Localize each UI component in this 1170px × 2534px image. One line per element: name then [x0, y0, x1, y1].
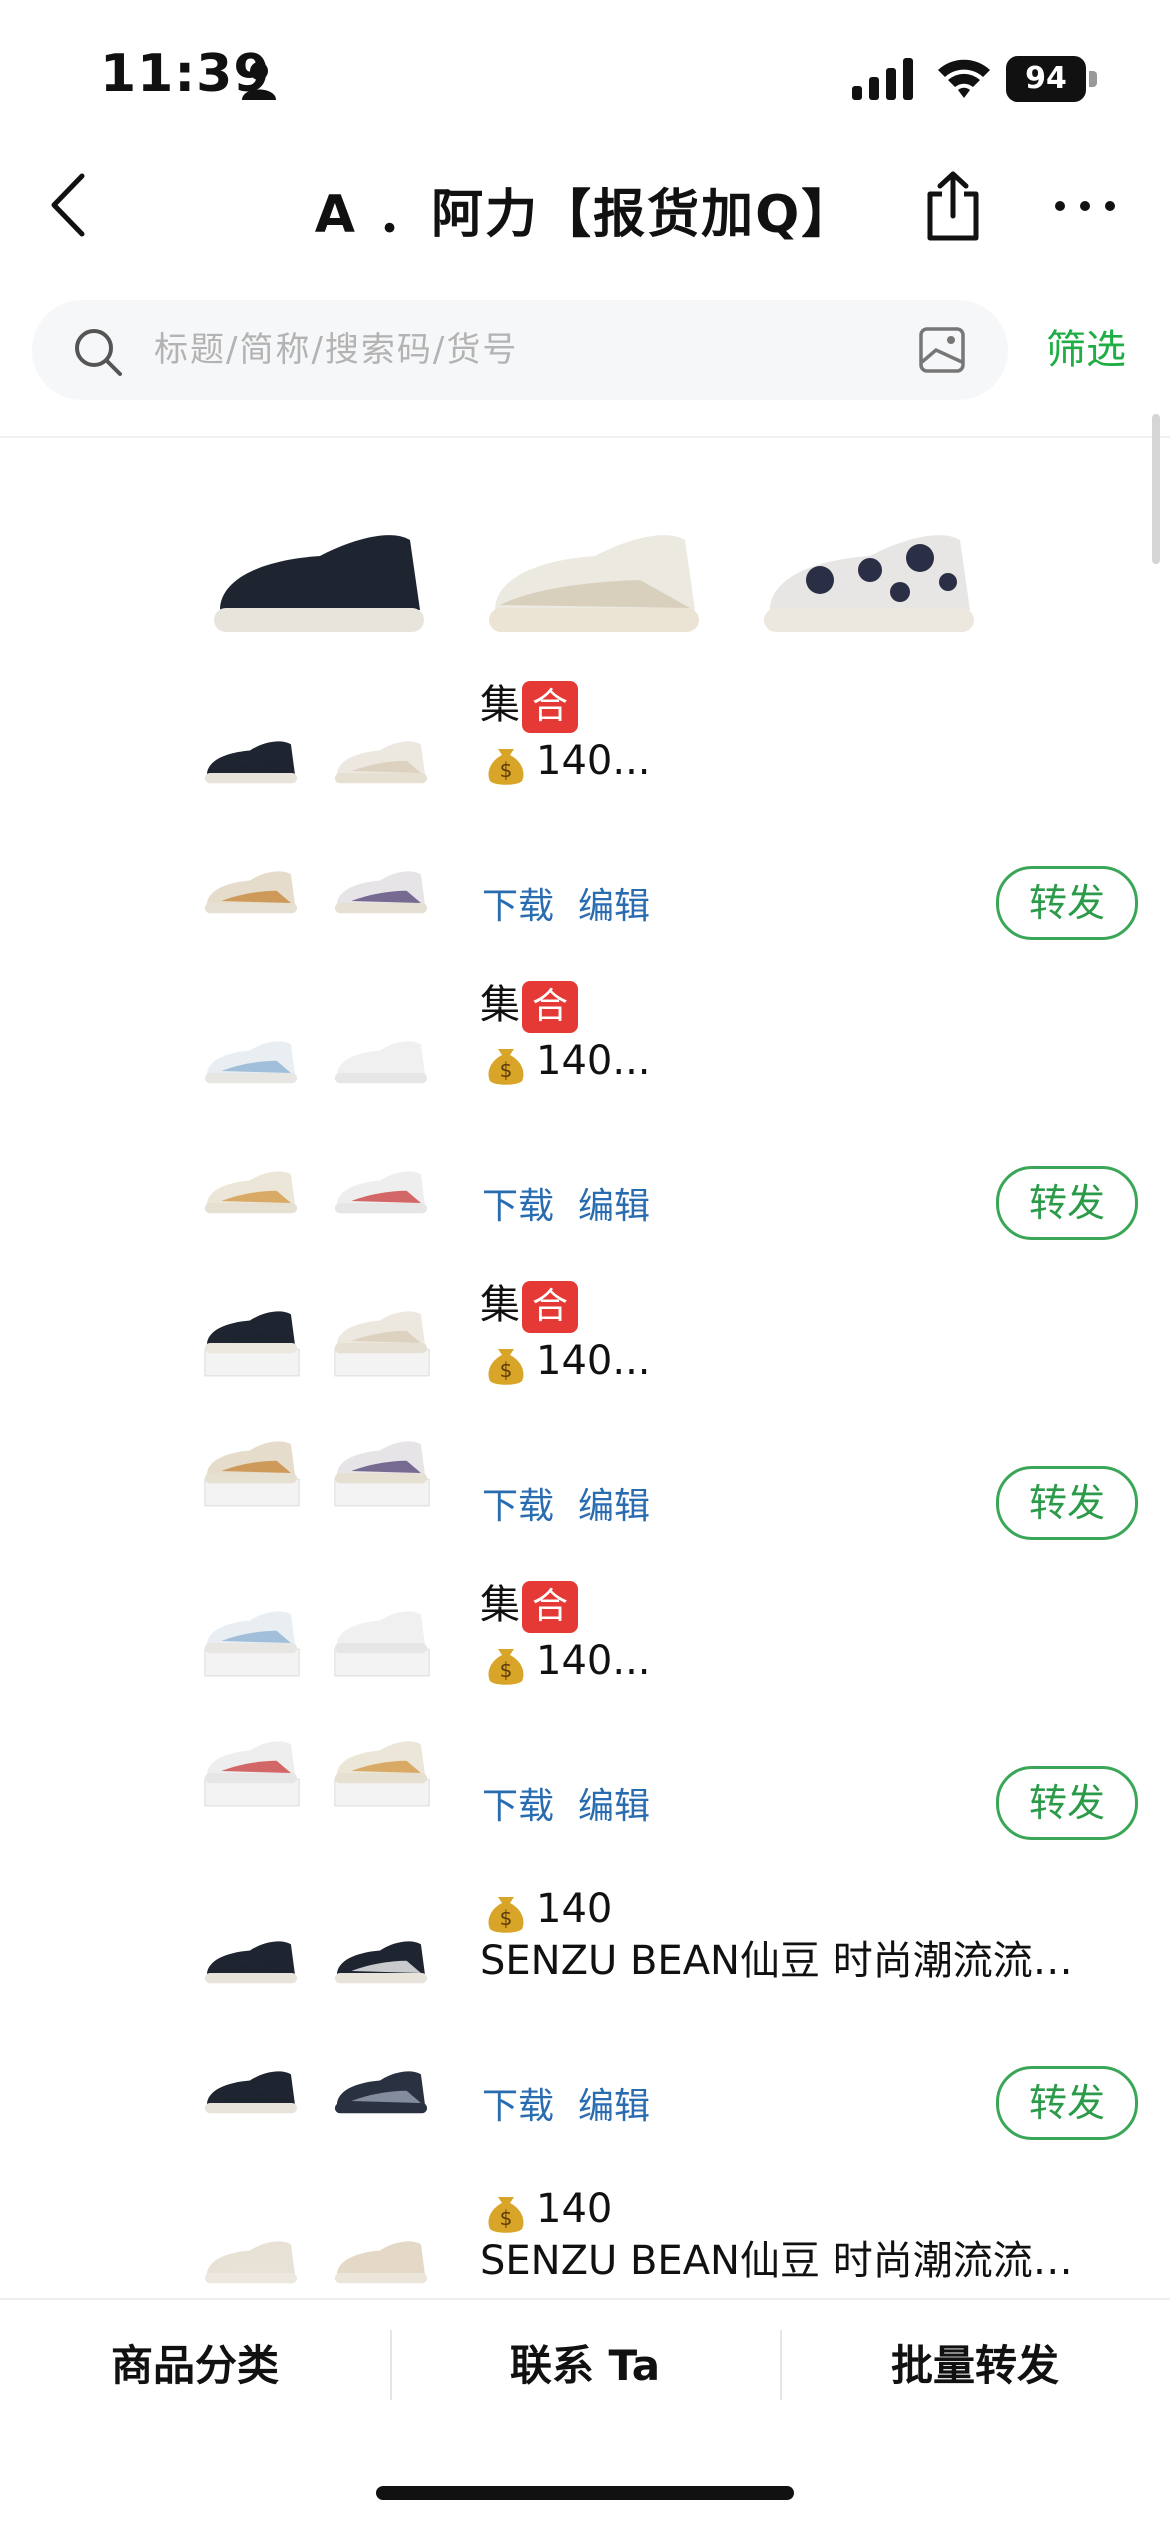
- edit-button[interactable]: 编辑: [578, 1482, 650, 1532]
- signal-icon: [852, 58, 913, 100]
- tag-emoji: 合: [522, 681, 578, 733]
- item-description[interactable]: SENZU BEAN仙豆 时尚潮流流…: [480, 1936, 1120, 1986]
- moneybag-icon: $: [488, 2197, 524, 2233]
- download-button[interactable]: 下载: [482, 1182, 554, 1232]
- shoe-image: [764, 535, 974, 632]
- shoe-thumbnail[interactable]: [330, 1030, 434, 1112]
- home-indicator[interactable]: [376, 2486, 794, 2500]
- tag-emoji: 合: [522, 1281, 578, 1333]
- download-button[interactable]: 下载: [482, 882, 554, 932]
- shoe-thumbnail[interactable]: [330, 1430, 434, 1512]
- item-price: $140...: [484, 1036, 651, 1087]
- forward-button[interactable]: 转发: [996, 2066, 1138, 2140]
- divider: [0, 436, 1170, 438]
- item-price: $140...: [484, 736, 651, 787]
- item-title[interactable]: 集合: [480, 1280, 578, 1333]
- shoe-thumbnail[interactable]: [200, 730, 304, 812]
- forward-button[interactable]: 转发: [996, 866, 1138, 940]
- person-icon: [242, 62, 276, 100]
- shoe-thumbnail[interactable]: [200, 1730, 304, 1812]
- shoe-thumbnail[interactable]: [200, 2060, 304, 2142]
- tag-emoji: 合: [522, 981, 578, 1033]
- edit-button[interactable]: 编辑: [578, 2082, 650, 2132]
- item-title[interactable]: 集合: [480, 1580, 578, 1633]
- moneybag-icon: $: [488, 749, 524, 785]
- tag-emoji: 合: [522, 1581, 578, 1633]
- shoe-thumbnail[interactable]: [330, 1160, 434, 1242]
- search-icon: [75, 329, 122, 376]
- shoe-thumbnail[interactable]: [200, 1030, 304, 1112]
- shoe-thumbnail[interactable]: [200, 860, 304, 942]
- share-icon[interactable]: [918, 168, 988, 244]
- forward-button[interactable]: 转发: [996, 1766, 1138, 1840]
- edit-button[interactable]: 编辑: [578, 882, 650, 932]
- forward-button[interactable]: 转发: [996, 1466, 1138, 1540]
- scrollbar[interactable]: [1152, 414, 1160, 564]
- moneybag-icon: $: [488, 1349, 524, 1385]
- banner-image[interactable]: [200, 500, 1000, 660]
- edit-button[interactable]: 编辑: [578, 1182, 650, 1232]
- shoe-thumbnail[interactable]: [330, 2060, 434, 2142]
- svg-text:$: $: [500, 2206, 513, 2230]
- download-button[interactable]: 下载: [482, 1782, 554, 1832]
- forward-button[interactable]: 转发: [996, 1166, 1138, 1240]
- download-button[interactable]: 下载: [482, 1482, 554, 1532]
- tab-categories[interactable]: 商品分类: [0, 2336, 390, 2396]
- item-price: $140...: [484, 1336, 651, 1387]
- svg-text:$: $: [500, 1658, 513, 1682]
- shoe-image: [214, 535, 424, 632]
- battery-level: 94: [1006, 56, 1086, 102]
- shoe-thumbnail[interactable]: [200, 1600, 304, 1682]
- svg-text:$: $: [500, 1358, 513, 1382]
- search-placeholder: 标题/简称/搜索码/货号: [154, 330, 519, 370]
- tab-batch-forward[interactable]: 批量转发: [780, 2336, 1170, 2396]
- shoe-thumbnail[interactable]: [200, 1160, 304, 1242]
- shoe-thumbnail[interactable]: [200, 1430, 304, 1512]
- shoe-thumbnail[interactable]: [200, 1300, 304, 1382]
- filter-button[interactable]: 筛选: [1046, 322, 1126, 378]
- wifi-icon: [938, 59, 990, 98]
- shoe-thumbnail[interactable]: [330, 860, 434, 942]
- moneybag-icon: $: [488, 1649, 524, 1685]
- shoe-thumbnail[interactable]: [330, 1600, 434, 1682]
- item-price: $140: [484, 1884, 612, 1935]
- shoe-thumbnail[interactable]: [330, 730, 434, 812]
- item-description[interactable]: SENZU BEAN仙豆 时尚潮流流…: [480, 2236, 1120, 2286]
- tab-contact[interactable]: 联系 Ta: [390, 2336, 780, 2396]
- item-price: $140...: [484, 1636, 651, 1687]
- svg-text:$: $: [500, 1906, 513, 1930]
- shoe-thumbnail[interactable]: [330, 1930, 434, 2012]
- page-title: A ．阿力【报货加Q】: [314, 185, 856, 245]
- item-title[interactable]: 集合: [480, 680, 578, 733]
- moneybag-icon: $: [488, 1049, 524, 1085]
- more-icon[interactable]: [1050, 186, 1120, 226]
- item-price: $140: [484, 2184, 612, 2235]
- battery-indicator: 94: [1006, 56, 1098, 102]
- edit-button[interactable]: 编辑: [578, 1782, 650, 1832]
- item-title[interactable]: 集合: [480, 980, 578, 1033]
- back-chevron-icon[interactable]: [40, 170, 100, 240]
- svg-text:$: $: [500, 758, 513, 782]
- shoe-thumbnail[interactable]: [200, 1930, 304, 2012]
- download-button[interactable]: 下载: [482, 2082, 554, 2132]
- shoe-thumbnail[interactable]: [330, 1300, 434, 1382]
- shoe-image: [489, 535, 699, 632]
- image-search-icon[interactable]: [918, 326, 966, 374]
- shoe-thumbnail[interactable]: [330, 1730, 434, 1812]
- svg-text:$: $: [500, 1058, 513, 1082]
- moneybag-icon: $: [488, 1897, 524, 1933]
